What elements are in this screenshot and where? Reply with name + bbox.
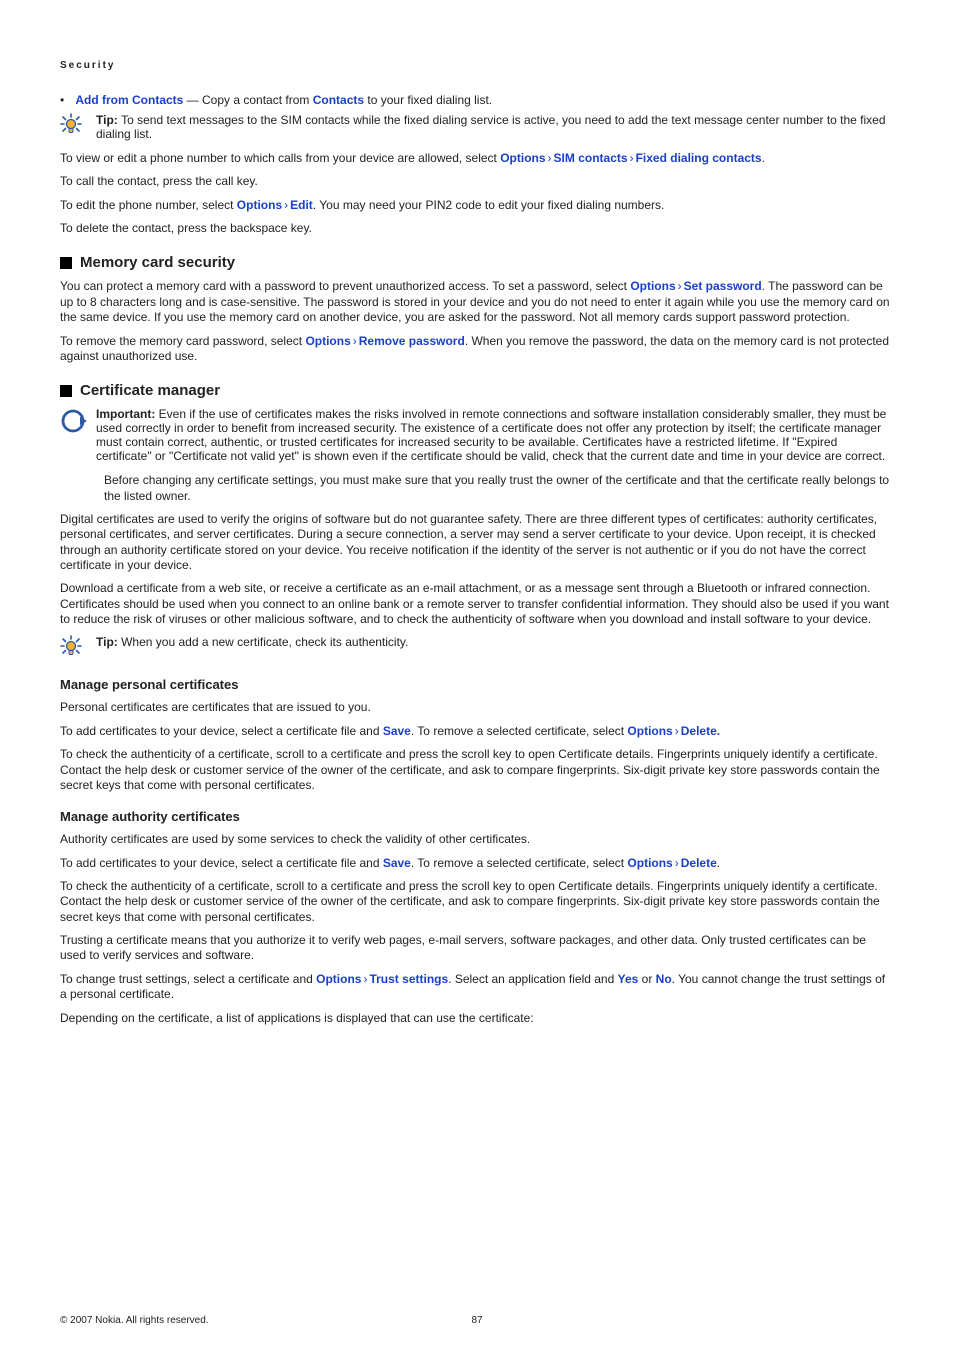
bullet-text-mid: — Copy a contact from bbox=[183, 93, 312, 107]
paragraph-call: To call the contact, press the call key. bbox=[60, 174, 894, 189]
text: . bbox=[762, 151, 765, 165]
options-link: Options bbox=[305, 334, 350, 348]
delete-link: Delete. bbox=[681, 724, 720, 738]
options-link: Options bbox=[627, 724, 672, 738]
chevron-right-icon: › bbox=[546, 151, 554, 165]
lightbulb-icon bbox=[60, 113, 96, 139]
heading-memory-card: Memory card security bbox=[60, 254, 894, 271]
tip-block-2: Tip: When you add a new certificate, che… bbox=[60, 635, 894, 661]
text: To change trust settings, select a certi… bbox=[60, 972, 316, 986]
heading-marker-icon bbox=[60, 385, 72, 397]
page: Security • Add from Contacts — Copy a co… bbox=[0, 0, 954, 1350]
auth-p3: To check the authenticity of a certifica… bbox=[60, 879, 894, 925]
options-link: Options bbox=[627, 856, 672, 870]
text: . To remove a selected certificate, sele… bbox=[411, 856, 628, 870]
bullet-item: • Add from Contacts — Copy a contact fro… bbox=[60, 93, 894, 107]
tip-lead: Tip: bbox=[96, 113, 121, 127]
chevron-right-icon: › bbox=[282, 198, 290, 212]
text: To add certificates to your device, sele… bbox=[60, 856, 383, 870]
heading-personal-certs: Manage personal certificates bbox=[60, 677, 894, 692]
no-link: No bbox=[656, 972, 672, 986]
heading-marker-icon bbox=[60, 257, 72, 269]
heading-text: Certificate manager bbox=[80, 382, 220, 399]
chevron-right-icon: › bbox=[673, 724, 681, 738]
options-link: Options bbox=[500, 151, 545, 165]
chevron-right-icon: › bbox=[673, 856, 681, 870]
fixed-dialing-link: Fixed dialing contacts bbox=[636, 151, 762, 165]
arrow-circle-icon bbox=[60, 407, 96, 435]
bullet-dot: • bbox=[60, 93, 72, 107]
add-from-contacts-link: Add from Contacts bbox=[75, 93, 183, 107]
auth-p4: Trusting a certificate means that you au… bbox=[60, 933, 894, 964]
text: To view or edit a phone number to which … bbox=[60, 151, 500, 165]
personal-p3: To check the authenticity of a certifica… bbox=[60, 747, 894, 793]
paragraph-view-number: To view or edit a phone number to which … bbox=[60, 151, 894, 166]
sim-contacts-link: SIM contacts bbox=[554, 151, 628, 165]
running-header: Security bbox=[60, 60, 894, 71]
save-link: Save bbox=[383, 724, 411, 738]
heading-authority-certs: Manage authority certificates bbox=[60, 809, 894, 824]
text: To edit the phone number, select bbox=[60, 198, 237, 212]
contacts-link: Contacts bbox=[313, 93, 364, 107]
text: . You may need your PIN2 code to edit yo… bbox=[313, 198, 665, 212]
paragraph-memory-2: To remove the memory card password, sele… bbox=[60, 334, 894, 365]
tip-body: Tip: When you add a new certificate, che… bbox=[96, 635, 894, 649]
heading-cert-manager: Certificate manager bbox=[60, 382, 894, 399]
chevron-right-icon: › bbox=[676, 279, 684, 293]
text: or bbox=[638, 972, 655, 986]
text: . To remove a selected certificate, sele… bbox=[411, 724, 628, 738]
text: . bbox=[717, 856, 720, 870]
page-footer: © 2007 Nokia. All rights reserved. 87 bbox=[60, 1315, 894, 1326]
options-link: Options bbox=[630, 279, 675, 293]
text: To add certificates to your device, sele… bbox=[60, 724, 383, 738]
text: . Select an application field and bbox=[448, 972, 617, 986]
chevron-right-icon: › bbox=[628, 151, 636, 165]
delete-link: Delete bbox=[681, 856, 717, 870]
tip-body: Tip: To send text messages to the SIM co… bbox=[96, 113, 894, 141]
yes-link: Yes bbox=[618, 972, 639, 986]
tip-block: Tip: To send text messages to the SIM co… bbox=[60, 113, 894, 141]
auth-p1: Authority certificates are used by some … bbox=[60, 832, 894, 847]
remove-password-link: Remove password bbox=[359, 334, 465, 348]
page-number: 87 bbox=[471, 1315, 482, 1326]
paragraph-memory-1: You can protect a memory card with a pas… bbox=[60, 279, 894, 325]
save-link: Save bbox=[383, 856, 411, 870]
trust-settings-link: Trust settings bbox=[369, 972, 448, 986]
auth-p2: To add certificates to your device, sele… bbox=[60, 856, 894, 871]
personal-p1: Personal certificates are certificates t… bbox=[60, 700, 894, 715]
lightbulb-icon bbox=[60, 635, 96, 661]
options-link: Options bbox=[237, 198, 282, 212]
bullet-text-tail: to your fixed dialing list. bbox=[364, 93, 492, 107]
text: You can protect a memory card with a pas… bbox=[60, 279, 630, 293]
auth-p6: Depending on the certificate, a list of … bbox=[60, 1011, 894, 1026]
set-password-link: Set password bbox=[684, 279, 762, 293]
paragraph-edit: To edit the phone number, select Options… bbox=[60, 198, 894, 213]
auth-p5: To change trust settings, select a certi… bbox=[60, 972, 894, 1003]
chevron-right-icon: › bbox=[351, 334, 359, 348]
personal-p2: To add certificates to your device, sele… bbox=[60, 724, 894, 739]
paragraph-delete: To delete the contact, press the backspa… bbox=[60, 221, 894, 236]
important-paragraph-2: Before changing any certificate settings… bbox=[104, 473, 894, 504]
text: To remove the memory card password, sele… bbox=[60, 334, 305, 348]
important-lead: Important: bbox=[96, 407, 159, 421]
important-body: Important: Even if the use of certificat… bbox=[96, 407, 894, 463]
tip-lead: Tip: bbox=[96, 635, 121, 649]
edit-link: Edit bbox=[290, 198, 313, 212]
cert-paragraph-2: Download a certificate from a web site, … bbox=[60, 581, 894, 627]
important-block: Important: Even if the use of certificat… bbox=[60, 407, 894, 463]
tip-text: To send text messages to the SIM contact… bbox=[96, 113, 886, 141]
important-text: Even if the use of certificates makes th… bbox=[96, 407, 886, 463]
cert-paragraph-1: Digital certificates are used to verify … bbox=[60, 512, 894, 573]
options-link: Options bbox=[316, 972, 361, 986]
tip-text: When you add a new certificate, check it… bbox=[121, 635, 408, 649]
heading-text: Memory card security bbox=[80, 254, 235, 271]
